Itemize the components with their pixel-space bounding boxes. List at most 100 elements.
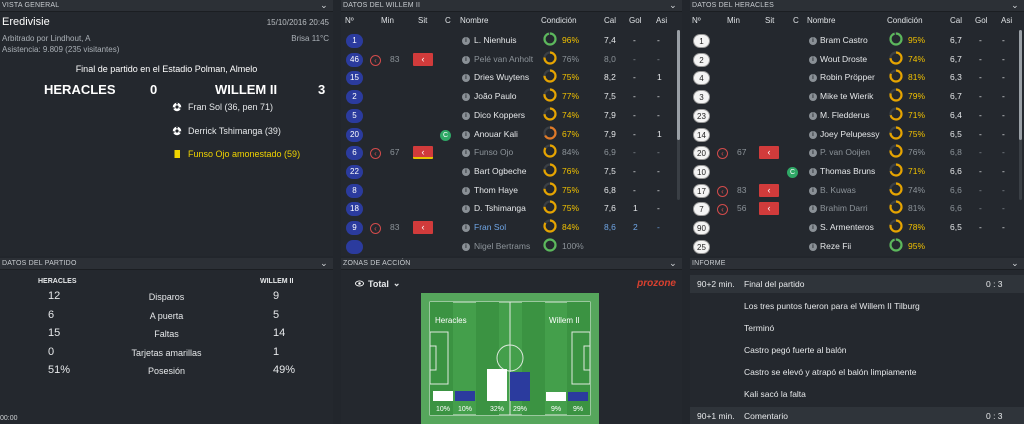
player-name[interactable]: Reze Fii [820, 241, 851, 251]
player-row[interactable]: 8 i Thom Haye 75% 6,8 - - [341, 181, 682, 200]
col-cond[interactable]: Condición [887, 16, 923, 25]
player-row[interactable]: 1 i L. Nienhuis 96% 7,4 - - [341, 32, 682, 50]
player-name[interactable]: Brahim Darri [820, 203, 868, 213]
chevron-down-icon[interactable]: ⌄ [668, 258, 678, 269]
info-icon[interactable]: i [462, 224, 470, 232]
substitution-status-button[interactable]: ‹ [759, 146, 779, 160]
player-row[interactable]: i Nigel Bertrams 100% [341, 238, 682, 256]
col-gol[interactable]: Gol [975, 16, 987, 25]
info-icon[interactable]: i [809, 55, 817, 64]
player-row[interactable]: 20 Ci Anouar Kali 67% 7,9 - 1 [341, 125, 682, 144]
chevron-down-icon[interactable]: ⌄ [319, 0, 329, 11]
player-row[interactable]: 17 ‹ 83 ‹ i B. Kuwas 74% 6,6 - - [690, 181, 1024, 200]
info-icon[interactable]: i [462, 93, 470, 102]
player-name[interactable]: Funso Ojo [474, 147, 513, 157]
willem-scrollbar[interactable] [677, 30, 680, 200]
player-name[interactable]: Dico Koppers [474, 110, 525, 120]
col-asi[interactable]: Asi [1001, 16, 1012, 25]
info-icon[interactable]: i [462, 111, 470, 120]
substitution-status-button[interactable]: ‹ [413, 221, 433, 234]
player-row[interactable]: 7 ‹ 56 ‹ i Brahim Darri 81% 6,6 - - [690, 200, 1024, 218]
col-min[interactable]: Min [381, 16, 394, 25]
player-row[interactable]: 2 i Wout Droste 74% 6,7 - - [690, 51, 1024, 69]
player-name[interactable]: Thom Haye [474, 185, 518, 195]
zones-filter-dropdown[interactable]: Total ⌄ [355, 278, 400, 289]
info-icon[interactable]: i [809, 74, 817, 83]
col-c[interactable]: C [793, 16, 799, 25]
info-icon[interactable]: i [809, 149, 817, 158]
chevron-down-icon[interactable]: ⌄ [668, 0, 678, 11]
col-sit[interactable]: Sit [418, 16, 427, 25]
info-icon[interactable]: i [462, 74, 470, 83]
info-icon[interactable]: i [462, 130, 470, 139]
col-min[interactable]: Min [727, 16, 740, 25]
player-row[interactable]: 9 ‹ 83 ‹ i Fran Sol 84% 8,6 2 - [341, 219, 682, 237]
player-name[interactable]: Wout Droste [820, 54, 867, 64]
info-icon[interactable]: i [809, 167, 817, 176]
player-name[interactable]: Joey Pelupessy [820, 129, 880, 139]
substitution-status-button[interactable]: ‹ [413, 52, 433, 66]
home-team-name[interactable]: HERACLES [44, 82, 116, 97]
player-name[interactable]: Dries Wuytens [474, 72, 529, 82]
player-row[interactable]: 15 i Dries Wuytens 75% 8,2 - 1 [341, 69, 682, 87]
info-icon[interactable]: i [462, 205, 470, 214]
col-asi[interactable]: Asi [656, 16, 667, 25]
info-icon[interactable]: i [809, 205, 817, 214]
player-row[interactable]: 4 i Robin Pröpper 81% 6,3 - - [690, 69, 1024, 87]
info-icon[interactable]: i [809, 111, 817, 120]
league-name[interactable]: Eredivisie [2, 16, 50, 28]
player-name[interactable]: S. Armenteros [820, 222, 874, 232]
player-name[interactable]: Nigel Bertrams [474, 241, 530, 251]
info-icon[interactable]: i [462, 55, 470, 64]
player-row[interactable]: 23 i M. Fledderus 71% 6,4 - - [690, 107, 1024, 125]
player-row[interactable]: 25 i Reze Fii 95% [690, 238, 1024, 256]
player-name[interactable]: L. Nienhuis [474, 35, 517, 45]
chevron-down-icon[interactable]: ⌄ [1010, 258, 1020, 269]
player-name[interactable]: Robin Pröpper [820, 72, 875, 82]
player-row[interactable]: 90 i S. Armenteros 78% 6,5 - - [690, 219, 1024, 237]
info-icon[interactable]: i [809, 224, 817, 232]
info-icon[interactable]: i [809, 186, 817, 195]
substitution-status-button[interactable]: ‹ [413, 146, 433, 160]
player-name[interactable]: Bram Castro [820, 35, 868, 45]
col-name[interactable]: Nombre [807, 16, 835, 25]
player-row[interactable]: 1 i Bram Castro 95% 6,7 - - [690, 32, 1024, 50]
player-name[interactable]: Anouar Kali [474, 129, 518, 139]
player-name[interactable]: Pelé van Anholt [474, 54, 533, 64]
player-name[interactable]: B. Kuwas [820, 185, 856, 195]
col-sit[interactable]: Sit [765, 16, 774, 25]
player-row[interactable]: 20 ‹ 67 ‹ i P. van Ooijen 76% 6,8 - - [690, 144, 1024, 162]
col-gol[interactable]: Gol [629, 16, 641, 25]
away-team-name[interactable]: WILLEM II [215, 82, 277, 97]
player-name[interactable]: M. Fledderus [820, 110, 870, 120]
info-icon[interactable]: i [462, 149, 470, 158]
substitution-status-button[interactable]: ‹ [759, 183, 779, 197]
player-row[interactable]: 6 ‹ 67 ‹ i Funso Ojo 84% 6,9 - - [341, 144, 682, 162]
col-num[interactable]: Nº [692, 16, 701, 25]
heracles-scrollbar[interactable] [1019, 30, 1022, 200]
col-c[interactable]: C [445, 16, 451, 25]
info-icon[interactable]: i [462, 167, 470, 176]
player-name[interactable]: Bart Ogbeche [474, 166, 526, 176]
player-name[interactable]: João Paulo [474, 91, 517, 101]
player-row[interactable]: 3 i Mike te Wierik 79% 6,7 - - [690, 88, 1024, 106]
col-cal[interactable]: Cal [950, 16, 962, 25]
player-row[interactable]: 22 i Bart Ogbeche 76% 7,5 - - [341, 163, 682, 181]
player-row[interactable]: 46 ‹ 83 ‹ i Pelé van Anholt 76% 8,0 - - [341, 51, 682, 69]
substitution-status-button[interactable]: ‹ [759, 202, 779, 216]
player-name[interactable]: P. van Ooijen [820, 147, 870, 157]
player-row[interactable]: 18 i D. Tshimanga 75% 7,6 1 - [341, 200, 682, 218]
player-row[interactable]: 10 Ci Thomas Bruns 71% 6,6 - - [690, 163, 1024, 181]
player-name[interactable]: Thomas Bruns [820, 166, 875, 176]
chevron-down-icon[interactable]: ⌄ [1010, 0, 1020, 11]
info-icon[interactable]: i [809, 37, 817, 45]
player-name[interactable]: Mike te Wierik [820, 91, 873, 101]
player-row[interactable]: 5 i Dico Koppers 74% 7,9 - - [341, 107, 682, 125]
info-icon[interactable]: i [462, 37, 470, 45]
col-cond[interactable]: Condición [541, 16, 577, 25]
info-icon[interactable]: i [809, 242, 817, 251]
player-row[interactable]: 2 i João Paulo 77% 7,5 - - [341, 88, 682, 106]
info-icon[interactable]: i [462, 242, 470, 251]
chevron-down-icon[interactable]: ⌄ [319, 258, 329, 269]
info-icon[interactable]: i [462, 186, 470, 195]
